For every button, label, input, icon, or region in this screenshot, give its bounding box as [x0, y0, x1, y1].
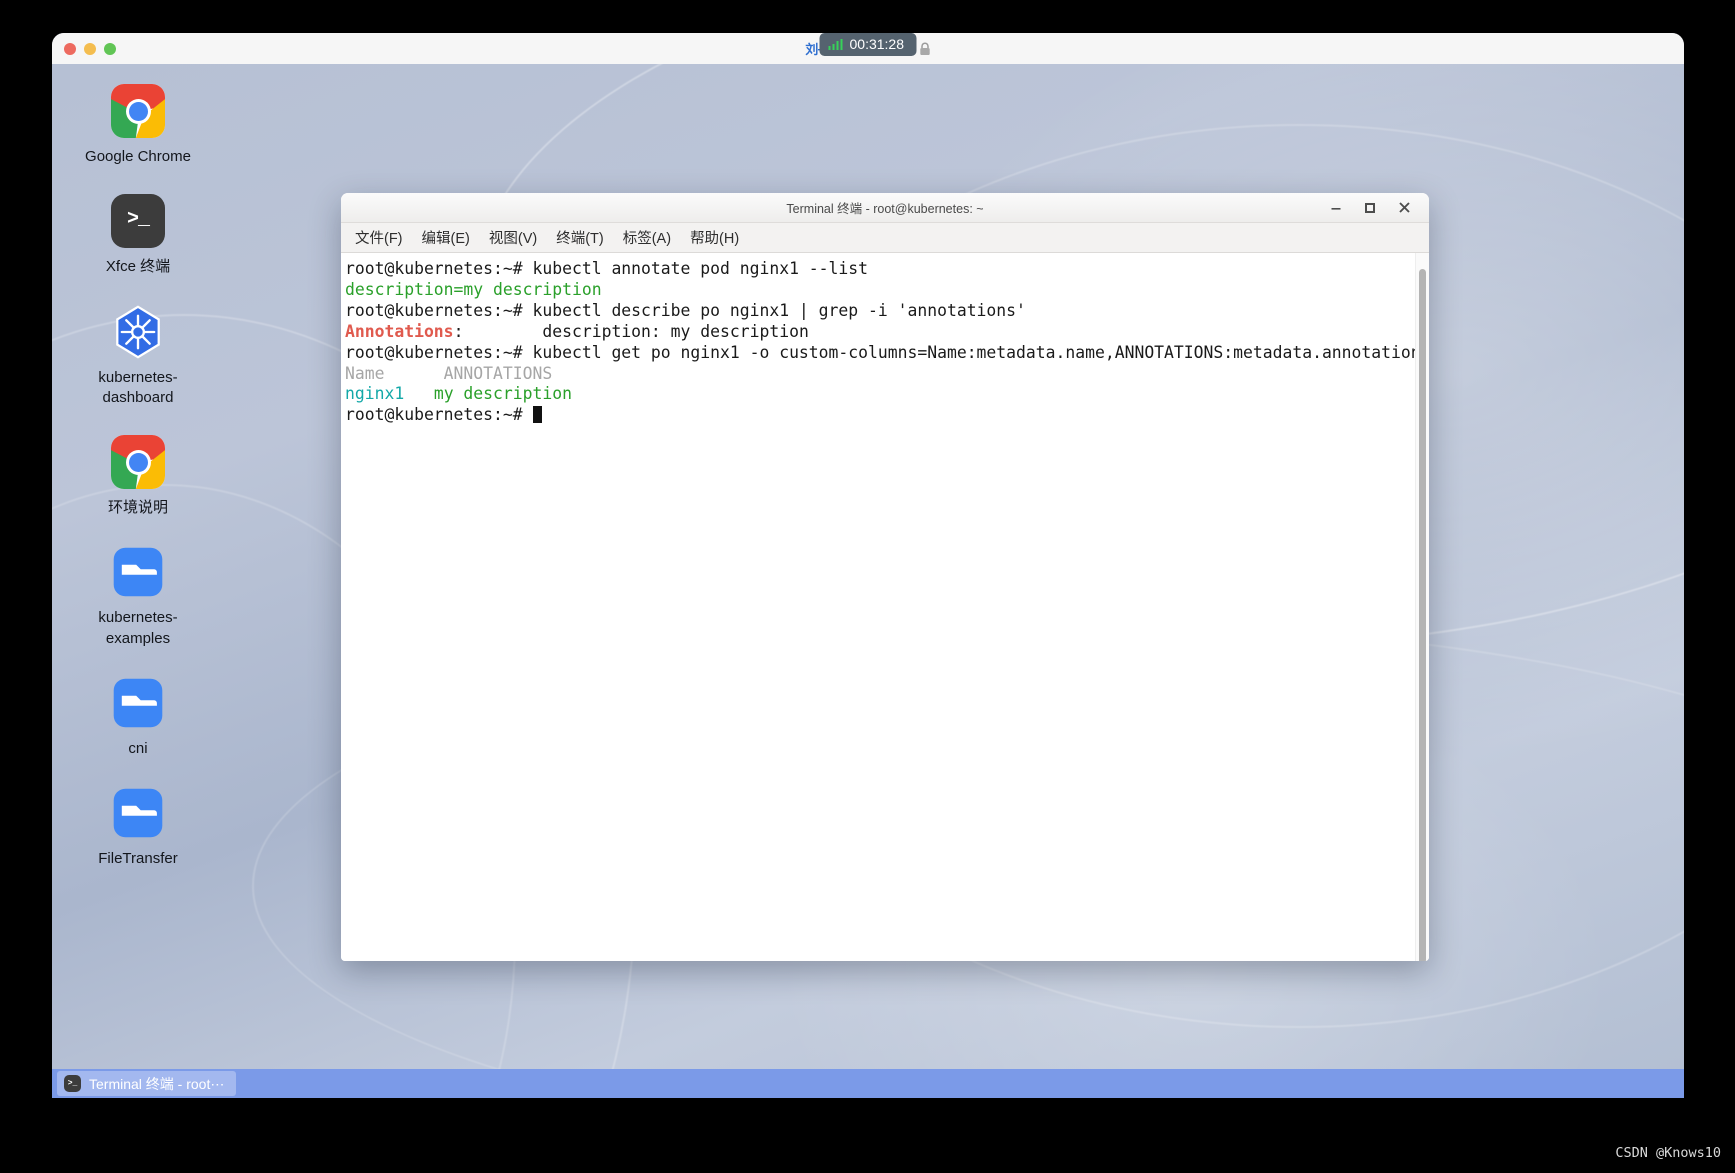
terminal-icon: >_	[64, 1075, 81, 1092]
folder-icon	[111, 676, 165, 730]
terminal-scrollbar[interactable]	[1415, 253, 1429, 961]
desktop-icon-google-chrome[interactable]: Google Chrome	[68, 84, 208, 167]
watermark: CSDN @Knows10	[1615, 1145, 1721, 1161]
cell-gap	[404, 384, 434, 403]
shell-prompt: root@kubernetes:~#	[345, 300, 533, 320]
desktop-icon-label: Google Chrome	[85, 148, 191, 165]
chrome-icon	[111, 84, 165, 138]
chrome-icon	[111, 435, 165, 489]
session-timer-text: 00:31:28	[849, 36, 905, 52]
taskbar: >_ Terminal 终端 - root⋯	[52, 1069, 1684, 1098]
shell-command: kubectl describe po nginx1 | grep -i 'an…	[532, 300, 1026, 320]
pod-annotation-cell: my description	[433, 384, 572, 404]
desktop-icon-cni[interactable]: cni	[68, 676, 208, 759]
terminal-body[interactable]: root@kubernetes:~# kubectl annotate pod …	[341, 253, 1429, 961]
shell-prompt: root@kubernetes:~#	[345, 259, 533, 278]
taskbar-button-label: Terminal 终端 - root⋯	[89, 1075, 225, 1092]
menu-item-tabs[interactable]: 标签(A)	[620, 225, 674, 250]
shell-prompt: root@kubernetes:~#	[345, 405, 533, 425]
desktop-icon-label: Xfce 终端	[105, 258, 171, 276]
traffic-lights	[64, 42, 116, 55]
terminal-scrollbar-thumb[interactable]	[1419, 269, 1426, 961]
folder-icon	[111, 786, 165, 840]
terminal-window-controls	[1328, 200, 1429, 216]
minimize-window-button[interactable]	[84, 42, 96, 55]
zoom-window-button[interactable]	[104, 42, 116, 55]
desktop-icon-label: kubernetes-dashboard	[98, 368, 178, 406]
lock-icon	[919, 42, 931, 56]
close-window-button[interactable]	[64, 42, 76, 55]
annotation-list-output: description=my description	[345, 279, 602, 299]
desktop-icon-column: Google Chrome >_ Xfce 终端 kubernetes-dash…	[68, 84, 208, 869]
desktop-icon-kubernetes-dashboard[interactable]: kubernetes-dashboard	[68, 304, 208, 409]
desktop-icon-label: FileTransfer	[98, 850, 178, 867]
terminal-output[interactable]: root@kubernetes:~# kubectl annotate pod …	[341, 253, 1415, 961]
session-timer: 00:31:28	[819, 33, 916, 56]
shell-command: kubectl annotate pod nginx1 --list	[532, 259, 869, 278]
desktop-icon-kubernetes-examples[interactable]: kubernetes-examples	[68, 545, 208, 649]
desktop-icon-label: 环境说明	[107, 499, 168, 516]
shell-command: kubectl get po nginx1 -o custom-columns=…	[532, 342, 1411, 362]
desktop-icon-filetransfer[interactable]: FileTransfer	[68, 786, 208, 869]
minimize-icon[interactable]	[1328, 200, 1344, 216]
desktop-icon-label: kubernetes-examples	[98, 609, 178, 647]
menu-item-view[interactable]: 视图(V)	[486, 225, 540, 250]
menu-item-help[interactable]: 帮助(H)	[687, 225, 742, 250]
desktop-icon-huanjingshuoming[interactable]: 环境说明	[68, 435, 208, 518]
kubernetes-icon	[111, 304, 165, 359]
custom-columns-header: Name ANNOTATIONS	[345, 363, 553, 383]
desktop: Google Chrome >_ Xfce 终端 kubernetes-dash…	[52, 64, 1684, 1098]
terminal-menubar: 文件(F) 编辑(E) 视图(V) 终端(T) 标签(A) 帮助(H)	[341, 223, 1429, 253]
terminal-window-title: Terminal 终端 - root@kubernetes: ~	[786, 202, 984, 216]
browser-window: 刘+ knows10.com	[52, 33, 1684, 1098]
annotations-key-text: Annotations	[345, 321, 454, 341]
menu-item-edit[interactable]: 编辑(E)	[419, 225, 473, 250]
folder-icon	[111, 545, 165, 599]
terminal-titlebar[interactable]: Terminal 终端 - root@kubernetes: ~	[341, 193, 1429, 223]
terminal-icon: >_	[111, 194, 165, 249]
signal-bars-icon	[828, 38, 843, 50]
terminal-window: Terminal 终端 - root@kubernetes: ~ 文件(F) 编…	[341, 193, 1429, 961]
desktop-icon-label: cni	[128, 739, 148, 757]
desktop-icon-xfce-terminal[interactable]: >_ Xfce 终端	[68, 194, 208, 277]
menu-item-file[interactable]: 文件(F)	[352, 225, 406, 250]
pod-name-cell: nginx1	[345, 384, 405, 404]
shell-prompt: root@kubernetes:~#	[345, 342, 533, 362]
text-cursor	[532, 406, 543, 424]
annotations-value-text: : description: my description	[453, 321, 809, 341]
menu-item-terminal[interactable]: 终端(T)	[553, 225, 607, 250]
maximize-icon[interactable]	[1362, 200, 1378, 216]
close-icon[interactable]	[1396, 200, 1412, 216]
taskbar-button-terminal[interactable]: >_ Terminal 终端 - root⋯	[57, 1071, 237, 1096]
